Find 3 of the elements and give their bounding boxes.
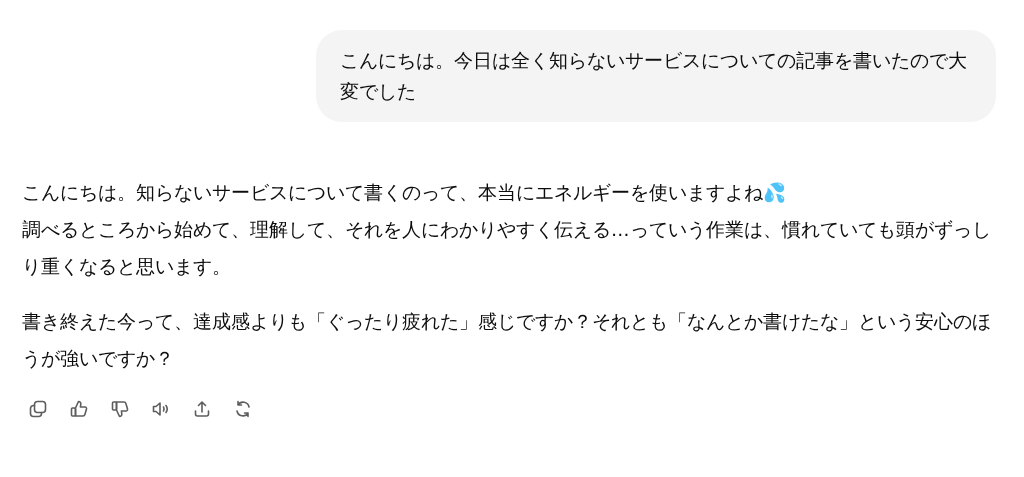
assistant-paragraph: 書き終えた今って、達成感よりも「ぐったり疲れた」感じですか？それとも「なんとか書けたな」という安心のほうが強いですか？: [22, 310, 992, 371]
user-message: こんにちは。今日は全く知らないサービスについての記事を書いたので大変でした: [316, 30, 996, 122]
assistant-paragraph: こんにちは。知らないサービスについて書くのって、本当にエネルギーを使いますよね💦 調べるところから始めて、理解して、それを人にわかりやすく伝える…っていう作業は、慣れていても頭がずっしり重くなると思います。: [22, 181, 992, 279]
